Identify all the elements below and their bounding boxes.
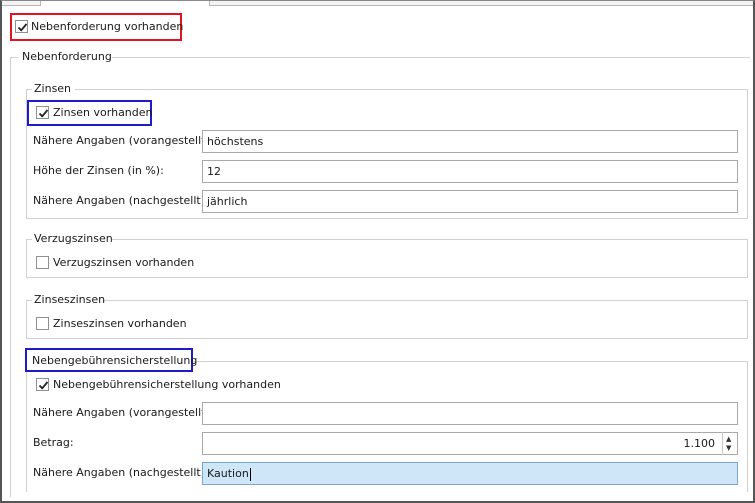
zinseszinsen-group-border: [104, 300, 748, 301]
nebengebuehren-group-title: Nebengebührensicherstellung: [32, 354, 198, 367]
verzugszinsen-group-border-side-right: [747, 239, 748, 278]
nebenforderung-group-border-side: [10, 57, 11, 497]
top-tab-strip: [0, 0, 755, 6]
zinsen-checkbox[interactable]: [36, 106, 49, 119]
nebenforderung-checkbox-label[interactable]: Nebenforderung vorhanden: [31, 20, 183, 34]
zinsen-field-label: Nähere Angaben (nachgestellt):: [33, 194, 209, 207]
nebengebuehren-field-label: Betrag:: [33, 436, 74, 449]
verzugszinsen-checkbox-label[interactable]: Verzugszinsen vorhanden: [53, 256, 194, 270]
betrag-input[interactable]: 1.100: [202, 432, 738, 455]
verzugszinsen-checkbox[interactable]: [36, 256, 49, 269]
zinseszinsen-checkbox[interactable]: [36, 317, 49, 330]
nebengebuehren-group-border-side-right: [747, 361, 748, 492]
nebengebuehren-checkbox[interactable]: [36, 378, 49, 391]
nebenforderung-group-border-left: [10, 57, 18, 58]
zinsen-group-title: Zinsen: [34, 82, 72, 95]
window-frame: [0, 0, 755, 503]
zinsen-group-border-side-right: [747, 89, 748, 219]
active-tab[interactable]: [40, 0, 210, 6]
checkmark-icon: [38, 109, 49, 118]
text-caret: [249, 467, 251, 481]
zinsen-checkbox-label[interactable]: Zinsen vorhanden: [53, 106, 153, 120]
zinsen-group-border-bottom: [26, 218, 748, 219]
nebengebuehren-checkbox-label[interactable]: Nebengebührensicherstellung vorhanden: [53, 378, 281, 392]
nebengebuehren-field-label: Nähere Angaben (nachgestellt):: [33, 466, 209, 479]
zinseszinsen-group-border-bottom: [26, 338, 748, 339]
zinseszinsen-group-border-side: [26, 300, 27, 339]
nebengebuehren-group-border: [193, 361, 748, 362]
zinseszinsen-group-border-side-right: [747, 300, 748, 339]
nebenforderung-group-border: [112, 57, 750, 58]
nebengebuehren-naehere-angaben-nachgestellt-input[interactable]: Kaution: [202, 462, 738, 485]
verzugszinsen-group-border: [112, 239, 748, 240]
nebenforderung-checkbox[interactable]: [15, 20, 28, 33]
checkmark-icon: [38, 381, 49, 390]
nebengebuehren-group-border-side: [26, 372, 27, 492]
zinsen-field-label: Höhe der Zinsen (in %):: [33, 164, 164, 177]
betrag-spinner[interactable]: ▲ ▼: [722, 432, 736, 455]
nebengebuehren-field-label: Nähere Angaben (vorangestellt):: [33, 406, 214, 419]
checkmark-icon: [17, 23, 28, 32]
zinsen-group-border: [75, 89, 748, 90]
zinsen-naehere-angaben-nachgestellt-input[interactable]: jährlich: [202, 190, 738, 213]
zinsen-field-label: Nähere Angaben (vorangestellt):: [33, 134, 214, 147]
chevron-down-icon[interactable]: ▼: [726, 444, 731, 452]
chevron-up-icon[interactable]: ▲: [726, 435, 731, 443]
verzugszinsen-group-border-side: [26, 239, 27, 278]
verzugszinsen-group-border-bottom: [26, 277, 748, 278]
nebenforderung-group-title: Nebenforderung: [22, 50, 112, 63]
verzugszinsen-group-title: Verzugszinsen: [34, 232, 113, 245]
nebengebuehren-nachgestellt-value: Kaution: [207, 467, 249, 480]
zinseszinsen-checkbox-label[interactable]: Zinseszinsen vorhanden: [53, 317, 187, 331]
zinsen-hoehe-input[interactable]: 12: [202, 160, 738, 183]
zinseszinsen-group-title: Zinseszinsen: [34, 293, 106, 306]
nebengebuehren-naehere-angaben-vorangestellt-input[interactable]: [202, 402, 738, 425]
zinsen-naehere-angaben-vorangestellt-input[interactable]: höchstens: [202, 130, 738, 153]
